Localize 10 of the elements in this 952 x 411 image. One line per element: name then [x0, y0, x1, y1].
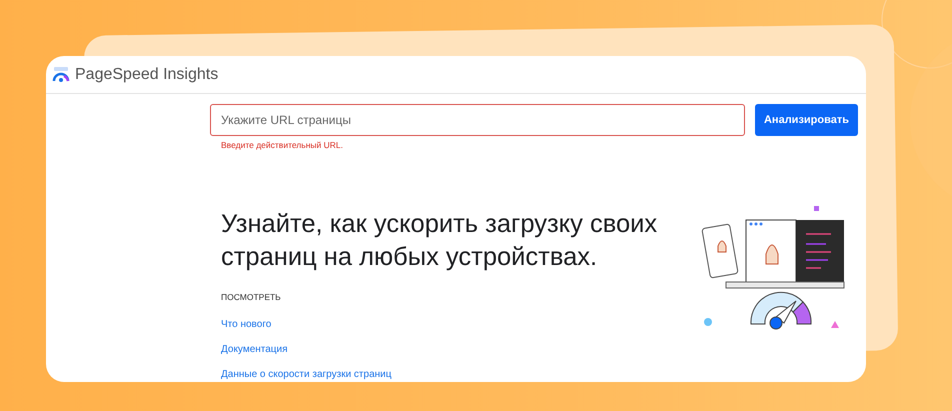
- url-input-field[interactable]: Укажите URL страницы: [210, 104, 745, 136]
- nav-link[interactable]: Документация: [221, 342, 661, 356]
- error-message: Введите действительный URL.: [221, 139, 344, 152]
- app-title: PageSpeed Insights: [75, 64, 218, 84]
- logo-icon: [52, 66, 70, 82]
- analyze-button[interactable]: Анализировать: [755, 104, 858, 136]
- section-heading: ПОСМОТРЕТЬ: [221, 290, 282, 304]
- nav-link[interactable]: Данные о скорости загрузки страниц: [221, 366, 661, 382]
- headline: Узнайте, как ускорить загрузку своих страниц на любых устройствах.: [221, 208, 658, 273]
- nav-link[interactable]: Что нового: [221, 316, 661, 332]
